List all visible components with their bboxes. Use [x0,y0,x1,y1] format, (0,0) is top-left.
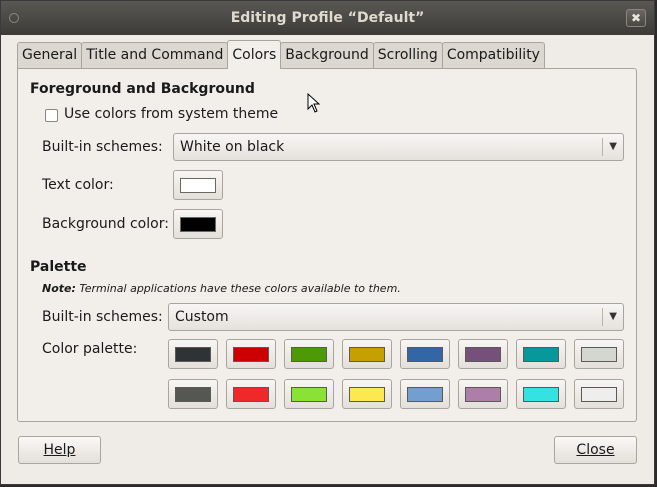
palette-color-button-12[interactable] [342,379,392,409]
palette-builtin-schemes-value: Custom [175,309,229,325]
palette-color-swatch [349,387,385,402]
palette-color-button-1[interactable] [168,339,218,369]
palette-color-button-16[interactable] [574,379,624,409]
palette-color-button-15[interactable] [516,379,566,409]
palette-color-button-4[interactable] [342,339,392,369]
text-color-label: Text color: [42,177,114,193]
tab-background[interactable]: Background [280,42,374,68]
chevron-down-icon: ▼ [609,311,617,322]
palette-color-swatch [581,387,617,402]
palette-color-button-9[interactable] [168,379,218,409]
palette-color-swatch [291,347,327,362]
palette-color-button-11[interactable] [284,379,334,409]
palette-color-swatch [523,347,559,362]
tab-scrolling[interactable]: Scrolling [372,42,443,68]
profile-dialog: Editing Profile “Default” ✖ General Titl… [0,0,655,485]
fg-builtin-schemes-value: White on black [180,139,285,155]
background-color-label: Background color: [42,216,169,232]
mouse-pointer-icon [307,93,321,113]
palette-color-button-7[interactable] [516,339,566,369]
palette-color-swatch [407,387,443,402]
close-button[interactable]: Close [554,436,637,464]
palette-color-button-3[interactable] [284,339,334,369]
color-palette-label: Color palette: [42,341,138,357]
tab-general[interactable]: General [17,42,83,68]
palette-color-swatch [465,347,501,362]
tab-bar: General Title and Command Colors Backgro… [17,40,545,69]
palette-color-swatch [291,387,327,402]
palette-color-swatch [349,347,385,362]
background-color-button[interactable] [173,209,223,239]
palette-color-swatch [581,347,617,362]
help-button-label: Help [43,442,76,458]
close-button-label: Close [576,442,615,458]
palette-color-button-14[interactable] [458,379,508,409]
fg-builtin-schemes-combo[interactable]: White on black ▼ [173,133,624,161]
combo-separator [602,308,603,326]
window-title: Editing Profile “Default” [230,10,425,26]
palette-note-bold: Note: [42,282,76,295]
palette-color-button-6[interactable] [458,339,508,369]
palette-color-swatch [465,387,501,402]
tab-title-and-command[interactable]: Title and Command [81,42,229,68]
chevron-down-icon: ▼ [609,141,617,152]
text-color-button[interactable] [173,170,223,200]
tab-compatibility[interactable]: Compatibility [441,42,545,68]
background-color-swatch [180,217,216,232]
palette-builtin-schemes-combo[interactable]: Custom ▼ [168,303,624,331]
palette-color-swatch [175,347,211,362]
palette-note-text: Terminal applications have these colors … [75,282,401,295]
palette-color-button-5[interactable] [400,339,450,369]
title-bar: Editing Profile “Default” ✖ [1,1,654,35]
palette-color-swatch [407,347,443,362]
fg-bg-heading: Foreground and Background [30,81,255,97]
palette-color-swatch [233,387,269,402]
text-color-swatch [180,178,216,193]
palette-note: Note: Terminal applications have these c… [42,282,401,295]
colors-panel: Foreground and Background Use colors fro… [17,68,637,422]
use-system-colors-checkbox[interactable] [45,109,58,122]
palette-builtin-schemes-label: Built-in schemes: [42,309,163,325]
palette-color-button-13[interactable] [400,379,450,409]
palette-color-button-8[interactable] [574,339,624,369]
palette-color-swatch [523,387,559,402]
palette-heading: Palette [30,259,87,275]
combo-separator [602,138,603,156]
fg-builtin-schemes-label: Built-in schemes: [42,139,163,155]
window-close-button[interactable]: ✖ [626,9,646,27]
palette-color-button-2[interactable] [226,339,276,369]
palette-color-button-10[interactable] [226,379,276,409]
palette-color-swatch [233,347,269,362]
help-button[interactable]: Help [18,436,101,464]
palette-color-swatch [175,387,211,402]
tab-colors[interactable]: Colors [227,40,282,69]
use-system-colors-label: Use colors from system theme [64,106,279,122]
